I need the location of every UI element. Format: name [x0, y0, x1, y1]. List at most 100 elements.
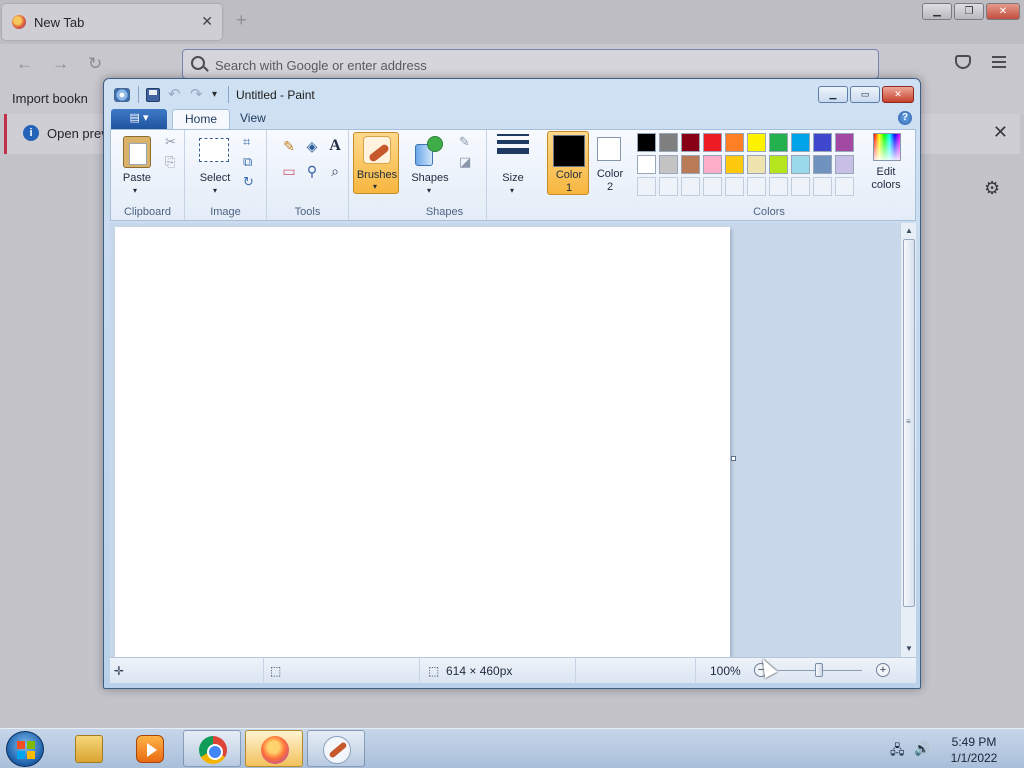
- address-bar[interactable]: Search with Google or enter address: [182, 49, 879, 79]
- edit-colors-button[interactable]: Edit colors: [859, 130, 913, 200]
- palette-swatch[interactable]: [813, 155, 832, 174]
- canvas-resize-handle[interactable]: [731, 456, 736, 461]
- shapes-button[interactable]: Shapes ▾: [405, 130, 455, 200]
- palette-swatch[interactable]: [659, 155, 678, 174]
- select-icon: [199, 138, 229, 162]
- palette-swatch[interactable]: [835, 133, 854, 152]
- scroll-up-button[interactable]: ▲: [901, 223, 917, 239]
- redo-icon[interactable]: ↷: [190, 85, 203, 103]
- clock[interactable]: 5:49 PM 1/1/2022: [944, 734, 1004, 766]
- palette-custom-slot[interactable]: [725, 177, 744, 196]
- palette-swatch[interactable]: [747, 133, 766, 152]
- paste-label: Paste: [122, 172, 152, 184]
- rotate-icon[interactable]: ↻: [243, 174, 254, 190]
- palette-custom-slot[interactable]: [747, 177, 766, 196]
- resize-icon[interactable]: ⧉: [243, 154, 252, 170]
- palette-swatch[interactable]: [637, 133, 656, 152]
- pocket-icon[interactable]: [955, 55, 971, 69]
- taskbar-chrome[interactable]: [183, 730, 241, 767]
- status-bar: ✛ ⬚ ⬚ 614 × 460px 100% − +: [110, 657, 916, 684]
- outline-icon[interactable]: ✎: [459, 134, 470, 150]
- zoom-in-button[interactable]: +: [876, 663, 890, 677]
- paste-button[interactable]: Paste ▾: [111, 130, 163, 200]
- palette-swatch[interactable]: [791, 155, 810, 174]
- palette-custom-slot[interactable]: [791, 177, 810, 196]
- palette-swatch[interactable]: [681, 133, 700, 152]
- select-button[interactable]: Select ▾: [189, 130, 239, 200]
- brushes-button[interactable]: Brushes ▾: [353, 132, 399, 194]
- color-picker-icon[interactable]: ⚲: [302, 161, 322, 181]
- palette-swatch[interactable]: [835, 155, 854, 174]
- paint-app-icon[interactable]: [114, 88, 130, 102]
- text-icon[interactable]: A: [325, 136, 345, 156]
- tab-new-tab[interactable]: New Tab ✕: [2, 4, 222, 40]
- close-button[interactable]: ✕: [986, 3, 1020, 20]
- palette-swatch[interactable]: [747, 155, 766, 174]
- taskbar-paint[interactable]: [307, 730, 365, 767]
- maximize-button[interactable]: ❐: [954, 3, 984, 20]
- import-bookmarks-link[interactable]: Import bookn: [12, 91, 88, 106]
- palette-swatch[interactable]: [681, 155, 700, 174]
- tab-view[interactable]: View: [228, 109, 278, 130]
- new-tab-button[interactable]: +: [236, 10, 247, 31]
- tab-home[interactable]: Home: [172, 109, 231, 130]
- magnifier-icon[interactable]: ⌕: [325, 161, 345, 181]
- palette-custom-slot[interactable]: [659, 177, 678, 196]
- eraser-icon[interactable]: ▭: [279, 161, 299, 181]
- palette-swatch[interactable]: [659, 133, 678, 152]
- paint-minimize-button[interactable]: ▁: [818, 86, 848, 103]
- palette-custom-slot[interactable]: [835, 177, 854, 196]
- help-icon[interactable]: ?: [898, 111, 912, 125]
- palette-swatch[interactable]: [725, 133, 744, 152]
- palette-custom-slot[interactable]: [769, 177, 788, 196]
- tab-close-icon[interactable]: ✕: [201, 13, 213, 30]
- gear-icon[interactable]: ⚙: [984, 178, 1000, 199]
- notification-close-icon[interactable]: ✕: [993, 122, 1008, 143]
- scroll-thumb[interactable]: ≡: [903, 239, 915, 607]
- palette-swatch[interactable]: [725, 155, 744, 174]
- cut-icon[interactable]: ✂: [165, 134, 176, 150]
- minimize-button[interactable]: ▁: [922, 3, 952, 20]
- palette-swatch[interactable]: [637, 155, 656, 174]
- copy-icon[interactable]: ⎘: [165, 154, 175, 170]
- paint-close-button[interactable]: ✕: [882, 86, 914, 103]
- drawing-canvas[interactable]: [115, 227, 730, 657]
- fill-icon[interactable]: ◈: [302, 136, 322, 156]
- forward-icon[interactable]: →: [52, 54, 69, 74]
- palette-custom-slot[interactable]: [637, 177, 656, 196]
- volume-icon[interactable]: 🔊: [914, 741, 930, 757]
- reload-icon[interactable]: ↻: [88, 54, 102, 74]
- color-1-button[interactable]: Color 1: [547, 131, 589, 195]
- palette-swatch[interactable]: [813, 133, 832, 152]
- taskbar-explorer[interactable]: [60, 730, 118, 767]
- group-label: Clipboard: [123, 206, 172, 218]
- taskbar-firefox[interactable]: [245, 730, 303, 767]
- palette-swatch[interactable]: [703, 133, 722, 152]
- size-button[interactable]: Size ▾: [487, 130, 539, 200]
- taskbar-media-player[interactable]: [121, 730, 179, 767]
- vertical-scrollbar[interactable]: ▲ ≡ ▼: [900, 223, 916, 657]
- menu-icon[interactable]: [992, 56, 1006, 71]
- palette-swatch[interactable]: [703, 155, 722, 174]
- network-icon[interactable]: 🖧: [890, 741, 905, 763]
- start-button[interactable]: [6, 731, 44, 767]
- color-2-button[interactable]: Color 2: [593, 131, 627, 195]
- palette-custom-slot[interactable]: [681, 177, 700, 196]
- file-menu-button[interactable]: ▤ ▾: [111, 109, 167, 129]
- paint-maximize-button[interactable]: ▭: [850, 86, 880, 103]
- palette-custom-slot[interactable]: [703, 177, 722, 196]
- crop-icon[interactable]: ⌗: [243, 134, 250, 150]
- save-icon[interactable]: [146, 88, 160, 102]
- quick-access-dropdown[interactable]: ▾: [212, 89, 217, 100]
- palette-swatch[interactable]: [769, 155, 788, 174]
- palette-swatch[interactable]: [791, 133, 810, 152]
- chevron-down-icon: ▾: [213, 186, 218, 195]
- scroll-down-button[interactable]: ▼: [901, 641, 917, 657]
- back-icon[interactable]: ←: [16, 54, 33, 74]
- pencil-icon[interactable]: ✎: [279, 136, 299, 156]
- fill-shape-icon[interactable]: ◪: [459, 154, 471, 170]
- palette-swatch[interactable]: [769, 133, 788, 152]
- zoom-slider-thumb[interactable]: [815, 663, 823, 677]
- undo-icon[interactable]: ↶: [168, 85, 181, 103]
- palette-custom-slot[interactable]: [813, 177, 832, 196]
